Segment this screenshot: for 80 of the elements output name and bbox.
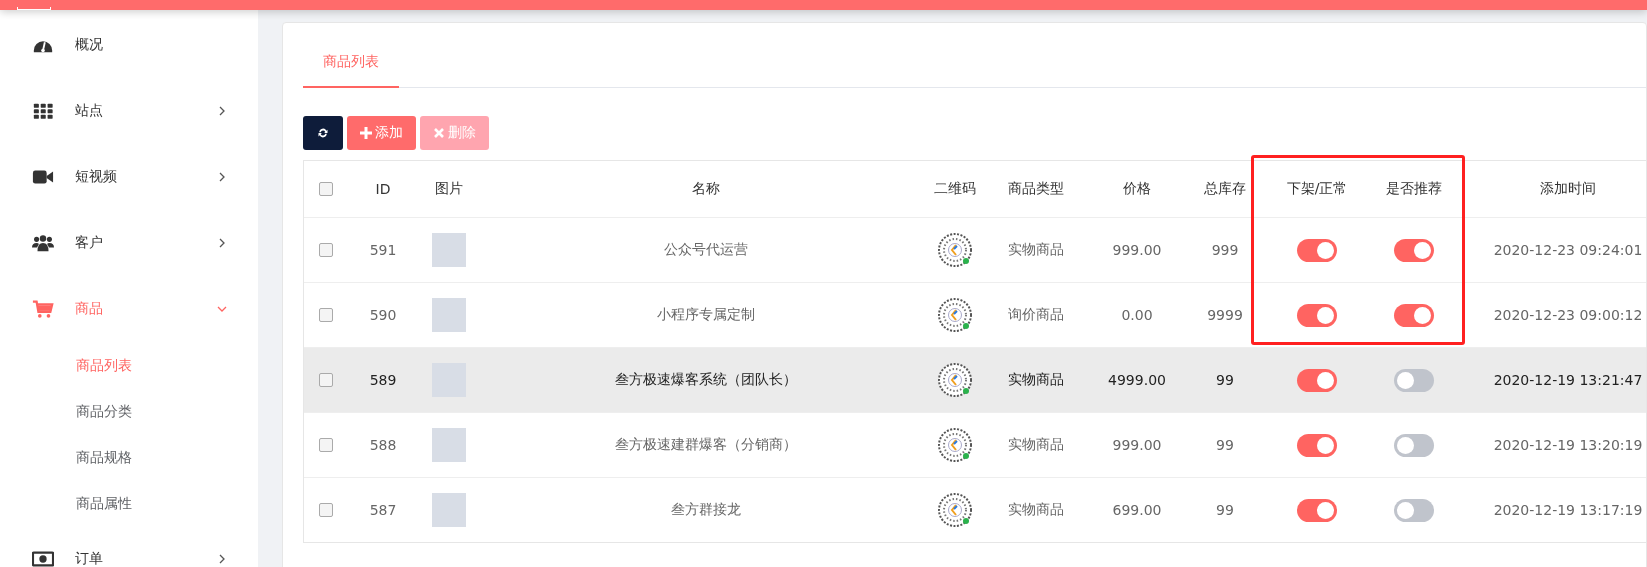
table-cell: 2020-12-19 13:20:19 — [1493, 437, 1643, 453]
table-cell: 叁方群接龙 — [671, 501, 741, 519]
users-icon — [32, 232, 54, 254]
toggle-switch[interactable] — [1297, 303, 1337, 327]
table-cell: 590 — [369, 307, 397, 323]
toggle-switch[interactable] — [1297, 433, 1337, 457]
toggle-switch[interactable] — [1394, 433, 1434, 457]
toggle-switch[interactable] — [1394, 238, 1434, 262]
close-icon — [433, 127, 445, 139]
plus-icon — [360, 127, 372, 139]
table-cell: 99 — [1216, 502, 1234, 518]
table-cell: 99 — [1216, 372, 1234, 388]
table-cell: 999 — [1211, 242, 1239, 258]
column-header: 下架/正常 — [1286, 180, 1348, 198]
column-header: 添加时间 — [1540, 180, 1596, 198]
column-header: 价格 — [1123, 180, 1151, 198]
photo-placeholder — [432, 493, 466, 527]
sidebar-item[interactable]: 站点 — [0, 78, 258, 144]
table-cell: 4999.00 — [1108, 372, 1166, 388]
toggle-switch[interactable] — [1297, 368, 1337, 392]
table-cell: 询价商品 — [1008, 306, 1064, 324]
table-cell: 实物商品 — [1008, 241, 1064, 259]
row-checkbox[interactable] — [319, 438, 333, 452]
refresh-button[interactable] — [303, 116, 343, 150]
column-header: 商品类型 — [1008, 180, 1064, 198]
table-cell: 589 — [369, 372, 397, 388]
table-cell: 0.00 — [1121, 307, 1153, 323]
refresh-icon — [317, 127, 329, 139]
toggle-switch[interactable] — [1297, 238, 1337, 262]
photo-placeholder — [432, 298, 466, 332]
table-cell: 9999 — [1207, 307, 1243, 323]
table-cell: 叁方极速爆客系统（团队长） — [615, 371, 797, 389]
table-cell: 999.00 — [1112, 242, 1162, 258]
sidebar-item[interactable]: 订单 — [0, 526, 258, 567]
column-header: 总库存 — [1204, 180, 1246, 198]
submenu-item[interactable]: 商品分类 — [0, 388, 258, 434]
table-cell: 公众号代运营 — [664, 241, 748, 259]
cart-icon — [32, 298, 54, 320]
sidebar-item[interactable]: 客户 — [0, 210, 258, 276]
table-cell: 699.00 — [1112, 502, 1162, 518]
qr-code-icon — [938, 428, 972, 462]
sidebar-item[interactable]: 概况 — [0, 12, 258, 78]
row-checkbox[interactable] — [319, 308, 333, 322]
column-header: 是否推荐 — [1386, 180, 1442, 198]
money-icon — [32, 548, 54, 567]
column-header: 图片 — [435, 180, 463, 198]
table-cell: 591 — [369, 242, 397, 258]
table-cell: 587 — [369, 502, 397, 518]
table-cell: 小程序专属定制 — [657, 306, 755, 324]
toggle-switch[interactable] — [1297, 498, 1337, 522]
column-header: 二维码 — [934, 180, 976, 198]
column-header: 名称 — [692, 180, 720, 198]
table-cell: 叁方极速建群爆客（分销商） — [615, 436, 797, 454]
qr-code-icon — [938, 363, 972, 397]
toggle-switch[interactable] — [1394, 303, 1434, 327]
qr-code-icon — [938, 493, 972, 527]
table-cell: 2020-12-19 13:21:47 — [1493, 372, 1643, 388]
row-checkbox[interactable] — [319, 243, 333, 257]
submenu-item[interactable]: 商品属性 — [0, 480, 258, 526]
table-cell: 2020-12-19 13:17:19 — [1493, 502, 1643, 518]
table-cell: 实物商品 — [1008, 501, 1064, 519]
row-checkbox[interactable] — [319, 373, 333, 387]
toggle-switch[interactable] — [1394, 498, 1434, 522]
table-cell: 999.00 — [1112, 437, 1162, 453]
photo-placeholder — [432, 428, 466, 462]
toggle-switch[interactable] — [1394, 368, 1434, 392]
table-cell: 2020-12-23 09:24:01 — [1493, 242, 1643, 258]
table-cell: 实物商品 — [1008, 371, 1064, 389]
column-header: ID — [375, 181, 391, 197]
qr-code-icon — [938, 298, 972, 332]
photo-placeholder — [432, 233, 466, 267]
submenu-item[interactable]: 商品规格 — [0, 434, 258, 480]
table-cell: 588 — [369, 437, 397, 453]
qr-code-icon — [938, 233, 972, 267]
table-cell: 实物商品 — [1008, 436, 1064, 454]
table-cell: 2020-12-23 09:00:12 — [1493, 307, 1643, 323]
table-cell: 99 — [1216, 437, 1234, 453]
sidebar-item[interactable]: 短视频 — [0, 144, 258, 210]
select-all-checkbox[interactable] — [319, 182, 333, 196]
row-checkbox[interactable] — [319, 503, 333, 517]
